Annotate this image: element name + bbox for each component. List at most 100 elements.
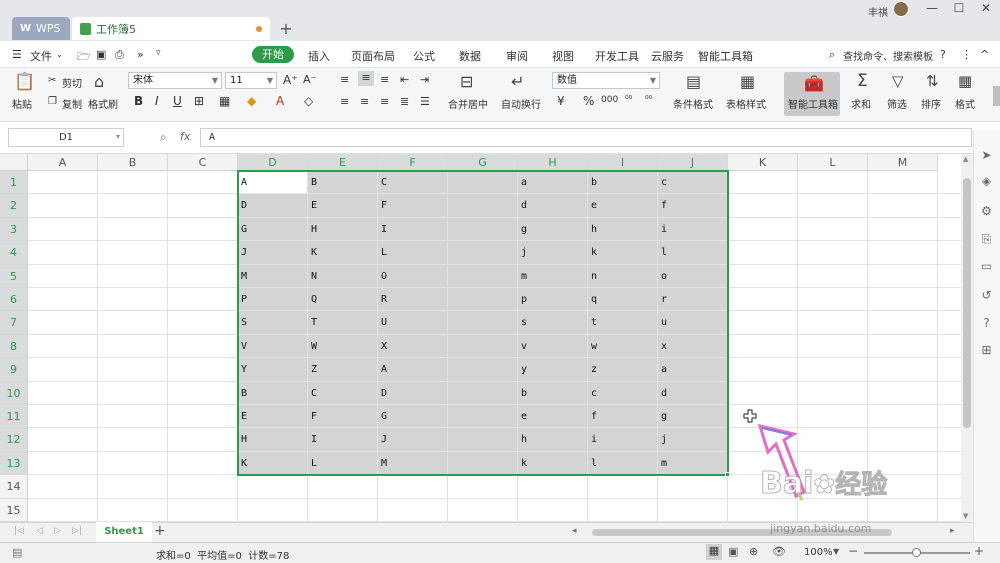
select-all-corner[interactable] <box>0 154 28 171</box>
number-format-select[interactable]: 数值 ▼ <box>552 72 660 89</box>
pointer-icon[interactable]: ➤ <box>979 148 994 162</box>
copy-icon[interactable]: ❐ <box>48 96 57 107</box>
row-header-1[interactable]: 1 <box>0 171 28 195</box>
decrease-decimal-icon[interactable]: ⁰⁰ <box>645 95 652 105</box>
format-painter-icon[interactable]: ⌂ <box>94 72 104 91</box>
column-header-c[interactable]: C <box>168 154 238 171</box>
page-break-view-icon[interactable]: ⊕ <box>749 545 758 558</box>
customize-quick-access-icon[interactable]: ▿ <box>156 48 161 58</box>
row-header-5[interactable]: 5 <box>0 264 28 288</box>
fx-icon[interactable]: fx <box>180 130 190 143</box>
copy-button[interactable]: 复制 <box>62 96 82 111</box>
next-sheet-icon[interactable]: ▷ <box>54 526 61 536</box>
bold-icon[interactable]: B <box>134 94 143 108</box>
indent-increase-icon[interactable]: ⇥ <box>420 73 429 86</box>
scroll-down-icon[interactable]: ▼ <box>963 512 968 520</box>
menu-data[interactable]: 数据 <box>459 48 481 64</box>
chevron-down-icon[interactable]: ⌄ <box>56 50 63 59</box>
hamburger-icon[interactable]: ☰ <box>12 48 22 61</box>
menu-review[interactable]: 审阅 <box>506 48 528 64</box>
panel-toggle[interactable] <box>993 86 1000 106</box>
column-header-d[interactable]: D <box>238 154 308 171</box>
row-header-3[interactable]: 3 <box>0 217 28 242</box>
italic-icon[interactable]: I <box>155 94 159 108</box>
column-header-h[interactable]: H <box>518 154 588 171</box>
zoom-dropdown-icon[interactable]: ▼ <box>833 547 839 556</box>
format-button[interactable]: 格式 <box>955 96 975 111</box>
decrease-font-icon[interactable]: A⁻ <box>303 73 316 86</box>
more-icon[interactable]: » <box>137 48 144 61</box>
sort-button[interactable]: 排序 <box>921 96 941 111</box>
font-color-icon[interactable]: A <box>276 94 284 108</box>
search-icon[interactable]: ⌕ <box>829 48 835 62</box>
zoom-level[interactable]: 100% <box>804 547 833 558</box>
page-layout-view-icon[interactable]: ▣ <box>728 545 738 558</box>
align-bottom-icon[interactable]: ≡ <box>380 73 389 86</box>
row-header-6[interactable]: 6 <box>0 288 28 312</box>
menu-page-layout[interactable]: 页面布局 <box>351 48 395 64</box>
font-size-select[interactable]: 11 ▼ <box>225 72 277 89</box>
apps-icon[interactable]: ⊞ <box>979 343 994 357</box>
smart-toolbox-button[interactable]: 🧰 智能工具箱 <box>784 72 840 116</box>
underline-icon[interactable]: U <box>173 94 182 108</box>
merge-center-button[interactable]: 合并居中 <box>448 96 488 111</box>
align-left-icon[interactable]: ≡ <box>340 95 349 108</box>
menu-formula[interactable]: 公式 <box>413 48 435 64</box>
vertical-scroll-thumb[interactable] <box>963 178 971 428</box>
archive-icon[interactable]: ▭ <box>979 259 994 273</box>
align-top-icon[interactable]: ≡ <box>340 73 349 86</box>
prev-sheet-icon[interactable]: ◁ <box>36 526 43 536</box>
column-header-j[interactable]: J <box>658 154 728 171</box>
name-box-chevron-icon[interactable]: ▾ <box>116 132 120 141</box>
scroll-up-icon[interactable]: ▲ <box>963 155 968 163</box>
menu-file[interactable]: 文件 <box>30 48 52 64</box>
print-icon[interactable]: ⎙ <box>115 48 124 62</box>
fill-color-icon[interactable]: ◆ <box>247 94 256 108</box>
shapes-icon[interactable]: ◈ <box>979 174 994 188</box>
sum-button[interactable]: 求和 <box>851 96 871 111</box>
more-vertical-icon[interactable]: ⋮ <box>961 48 972 61</box>
fill-handle[interactable] <box>725 472 730 478</box>
backup-icon[interactable]: ⎘ <box>979 232 994 247</box>
last-sheet-icon[interactable]: ▷| <box>72 526 82 536</box>
format-icon[interactable]: ▦ <box>958 72 972 90</box>
zoom-in-icon[interactable]: + <box>974 544 984 558</box>
help-icon[interactable]: ? <box>940 48 946 61</box>
macro-icon[interactable]: ▤ <box>12 546 22 559</box>
menu-cloud[interactable]: 云服务 <box>651 48 684 64</box>
borders-icon[interactable]: ⊞ <box>194 94 204 108</box>
first-sheet-icon[interactable]: |◁ <box>14 526 24 536</box>
tab-workbook[interactable]: 工作簿5 <box>72 17 270 40</box>
tab-wps[interactable]: W WPS <box>12 17 70 40</box>
open-folder-icon[interactable]: 🗁 <box>77 48 91 67</box>
column-header-a[interactable]: A <box>28 154 98 171</box>
menu-view[interactable]: 视图 <box>552 48 574 64</box>
maximize-icon[interactable]: ☐ <box>951 1 967 15</box>
font-name-select[interactable]: 宋体 ▼ <box>128 72 222 89</box>
row-header-15[interactable]: 15 <box>0 498 28 522</box>
menu-insert[interactable]: 插入 <box>308 48 330 64</box>
table-style-button[interactable]: 表格样式 <box>726 96 766 111</box>
command-search[interactable]: 查找命令、搜索模板 <box>843 48 933 63</box>
row-header-4[interactable]: 4 <box>0 241 28 265</box>
menu-developer[interactable]: 开发工具 <box>595 48 639 64</box>
increase-font-icon[interactable]: A⁺ <box>283 73 298 87</box>
new-tab-button[interactable]: + <box>278 19 294 38</box>
column-header-i[interactable]: I <box>588 154 658 171</box>
conditional-format-button[interactable]: 条件格式 <box>673 96 713 111</box>
table-style-icon[interactable]: ▦ <box>740 72 755 91</box>
normal-view-icon[interactable]: ▦ <box>706 544 722 560</box>
align-center-icon[interactable]: ≡ <box>360 95 369 108</box>
merge-center-icon[interactable]: ⊟ <box>460 72 473 91</box>
cut-icon[interactable]: ✂ <box>48 75 56 86</box>
row-header-12[interactable]: 12 <box>0 428 28 452</box>
row-header-2[interactable]: 2 <box>0 194 28 218</box>
column-header-k[interactable]: K <box>728 154 798 171</box>
zoom-slider-knob[interactable] <box>912 548 921 557</box>
column-header-g[interactable]: G <box>448 154 518 171</box>
save-icon[interactable]: ▣ <box>96 48 106 61</box>
thousands-separator-icon[interactable]: 000 <box>601 95 618 105</box>
eye-protection-icon[interactable]: 👁 <box>772 545 786 558</box>
zoom-search-icon[interactable]: ⌕ <box>160 130 167 145</box>
conditional-format-icon[interactable]: ▤ <box>686 72 701 91</box>
